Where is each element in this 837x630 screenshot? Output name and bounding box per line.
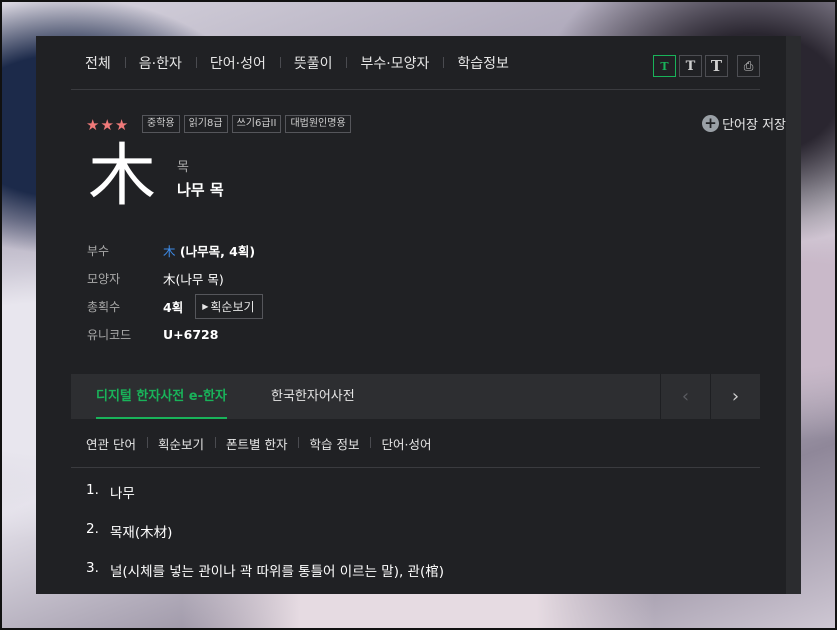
save-label: 단어장 저장 <box>722 118 786 133</box>
definition-text: 나무 <box>110 486 135 502</box>
radical-link[interactable]: 木 <box>163 244 176 259</box>
nav-sound-hanja[interactable]: 음·한자 <box>124 53 196 73</box>
shape-value: 木(나무 목) <box>163 271 224 287</box>
stroke-order-label: 획순보기 <box>210 299 255 314</box>
radical-desc: (나무목, 4획) <box>175 243 256 259</box>
hanja-info-table: 부수 木 (나무목, 4획) 모양자 木(나무 목) 총획수 4획 ▶ 획순보기… <box>87 236 263 348</box>
hanja-sound: 목 <box>177 160 189 175</box>
radical-row: 부수 木 (나무목, 4획) <box>87 236 263 264</box>
definition-text: 널(시체를 넣는 관이나 곽 따위를 통틀어 이르는 말), 관(棺) <box>110 564 445 580</box>
font-small-button[interactable]: T <box>653 55 676 77</box>
nav-study-info[interactable]: 학습정보 <box>443 53 523 73</box>
print-icon[interactable]: ⎙ <box>737 55 760 77</box>
font-size-tools: T T T ⎙ <box>653 55 760 77</box>
dictionary-tabs: 디지털 한자사전 e-한자 한국한자어사전 ‹ › <box>71 374 760 419</box>
subnav-related-words[interactable]: 연관 단어 <box>71 434 147 453</box>
unicode-value: U+6728 <box>163 326 219 342</box>
unicode-label: 유니코드 <box>87 327 132 342</box>
shape-row: 모양자 木(나무 목) <box>87 264 263 292</box>
chevron-left-icon[interactable]: ‹ <box>660 374 710 419</box>
nav-words-idioms[interactable]: 단어·성어 <box>195 53 280 73</box>
list-item: 1. 나무 <box>86 482 444 521</box>
radical-label: 부수 <box>87 243 110 258</box>
list-item: 2. 목재(木材) <box>86 521 444 560</box>
subnav-stroke-order[interactable]: 획순보기 <box>146 434 215 453</box>
hanja-dictionary-panel: 전체 음·한자 단어·성어 뜻풀이 부수·모양자 학습정보 T T T ⎙ ★★… <box>36 36 801 594</box>
badge-reading-grade: 읽기8급 <box>183 115 228 133</box>
nav-definitions[interactable]: 뜻풀이 <box>279 53 347 73</box>
badge-name-use: 대법원인명용 <box>285 115 351 133</box>
unicode-row: 유니코드 U+6728 <box>87 320 263 348</box>
definition-text: 목재(木材) <box>110 525 173 541</box>
top-navigation: 전체 음·한자 단어·성어 뜻풀이 부수·모양자 학습정보 T T T ⎙ <box>71 36 760 90</box>
font-large-button[interactable]: T <box>705 55 728 77</box>
subnav-study-info[interactable]: 학습 정보 <box>298 434 370 453</box>
strokes-row: 총획수 4획 ▶ 획순보기 <box>87 292 263 320</box>
font-medium-button[interactable]: T <box>679 55 702 77</box>
subnav-words-idioms[interactable]: 단어·성어 <box>370 434 442 453</box>
strokes-value: 4획 <box>163 299 184 315</box>
save-to-wordbook-button[interactable]: + 단어장 저장 <box>702 114 786 133</box>
hanja-meaning: 나무 목 <box>177 181 224 199</box>
badge-writing-grade: 쓰기6급II <box>231 115 282 133</box>
subnav-font-hanja[interactable]: 폰트별 한자 <box>215 434 298 453</box>
grade-badges: 중학용 읽기8급 쓰기6급II 대법원인명용 <box>142 115 351 133</box>
hanja-character: 木 <box>88 137 157 216</box>
chevron-right-icon[interactable]: › <box>710 374 760 419</box>
plus-circle-icon: + <box>702 115 720 132</box>
strokes-label: 총획수 <box>87 299 121 314</box>
play-icon: ▶ <box>202 301 209 311</box>
badge-middle-school: 중학용 <box>142 115 180 133</box>
level-stars: ★★★ <box>86 116 130 134</box>
definition-list: 1. 나무 2. 목재(木材) 3. 널(시체를 넣는 관이나 곽 따위를 통틀… <box>86 482 444 594</box>
shape-label: 모양자 <box>87 271 121 286</box>
nav-all[interactable]: 전체 <box>71 53 125 73</box>
section-navigation: 연관 단어 획순보기 폰트별 한자 학습 정보 단어·성어 <box>71 428 760 468</box>
tab-digital-hanja-dictionary[interactable]: 디지털 한자사전 e-한자 <box>96 374 227 419</box>
tab-korean-hanja-dictionary[interactable]: 한국한자어사전 <box>271 374 355 419</box>
stroke-order-button[interactable]: ▶ 획순보기 <box>195 293 263 319</box>
nav-radical-shape[interactable]: 부수·모양자 <box>346 53 443 73</box>
list-item: 3. 널(시체를 넣는 관이나 곽 따위를 통틀어 이르는 말), 관(棺) <box>86 560 444 594</box>
